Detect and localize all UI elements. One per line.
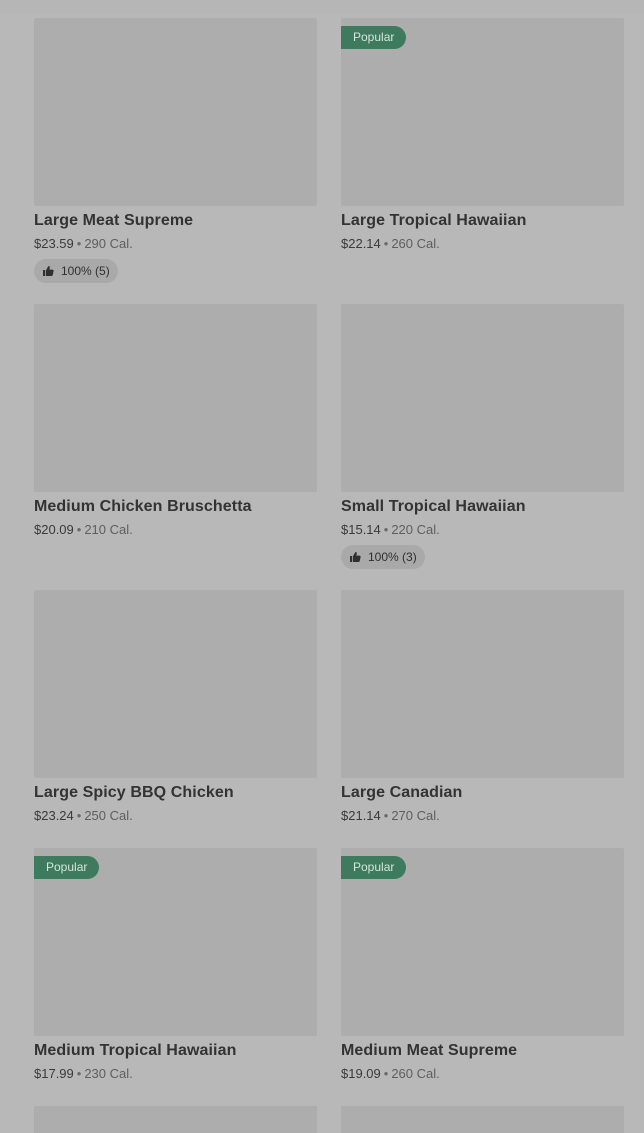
- menu-grid-page: Large Meat Supreme $23.59 • 290 Cal. 100% …: [0, 0, 644, 1133]
- menu-item-name: Large Canadian: [341, 784, 463, 801]
- menu-item-card[interactable]: Large Spicy BBQ Chicken $23.24 • 250 Cal.: [34, 590, 317, 823]
- thumbs-up-icon: [42, 265, 54, 277]
- menu-item-name: Large Spicy BBQ Chicken: [34, 784, 234, 801]
- menu-item-name: Medium Meat Supreme: [341, 1042, 518, 1059]
- thumbs-up-icon: [349, 551, 361, 563]
- menu-item-card[interactable]: Popular Medium Tropical Hawaiian $17.99 •…: [34, 848, 317, 1081]
- menu-item-name: Medium Tropical Hawaiian: [34, 1042, 237, 1059]
- menu-item-meta: $23.59 • 290 Cal.: [34, 236, 317, 251]
- menu-item-price: $19.09: [341, 1066, 381, 1081]
- menu-item-price: $20.09: [34, 522, 74, 537]
- menu-item-meta: $17.99 • 230 Cal.: [34, 1066, 317, 1081]
- menu-item-meta: $21.14 • 270 Cal.: [341, 808, 624, 823]
- menu-item-card[interactable]: Small Tropical Hawaiian $15.14 • 220 Cal. …: [341, 304, 624, 569]
- menu-item-image[interactable]: [34, 18, 317, 206]
- menu-item-card[interactable]: Medium Chicken Bruschetta $20.09 • 210 Cal…: [34, 304, 317, 537]
- menu-item-name: Small Tropical Hawaiian: [341, 498, 526, 515]
- menu-item-meta: $20.09 • 210 Cal.: [34, 522, 317, 537]
- menu-item-name: Large Tropical Hawaiian: [341, 212, 527, 229]
- separator-dot: •: [383, 1066, 389, 1081]
- menu-item-calories: 260 Cal.: [391, 1066, 440, 1081]
- menu-item-meta: $23.24 • 250 Cal.: [34, 808, 317, 823]
- separator-dot: •: [76, 522, 82, 537]
- menu-item-image[interactable]: [341, 590, 624, 778]
- menu-item-meta: $15.14 • 220 Cal.: [341, 522, 624, 537]
- menu-item-price: $15.14: [341, 522, 381, 537]
- separator-dot: •: [76, 1066, 82, 1081]
- separator-dot: •: [383, 808, 389, 823]
- popular-badge: Popular: [341, 26, 407, 49]
- menu-item-name: Medium Chicken Bruschetta: [34, 498, 252, 515]
- menu-item-calories: 210 Cal.: [84, 522, 133, 537]
- menu-item-image[interactable]: [34, 590, 317, 778]
- menu-item-calories: 250 Cal.: [84, 808, 133, 823]
- menu-item-card[interactable]: Popular Medium Meat Supreme $19.09 • 260 C…: [341, 848, 624, 1081]
- menu-item-image[interactable]: [341, 304, 624, 492]
- separator-dot: •: [383, 522, 389, 537]
- menu-item-card[interactable]: Large Canadian $21.14 • 270 Cal.: [341, 590, 624, 823]
- menu-item-meta: $19.09 • 260 Cal.: [341, 1066, 624, 1081]
- menu-item-calories: 260 Cal.: [391, 236, 440, 251]
- popular-badge: Popular: [341, 856, 407, 879]
- separator-dot: •: [76, 236, 82, 251]
- menu-item-image-partial[interactable]: [34, 1106, 317, 1133]
- menu-item-calories: 230 Cal.: [84, 1066, 133, 1081]
- top-strip: [0, 0, 644, 14]
- menu-item-image[interactable]: Popular: [34, 848, 317, 1036]
- rating-text: 100% (5): [61, 264, 110, 278]
- menu-item-card[interactable]: Large Meat Supreme $23.59 • 290 Cal. 100% …: [34, 18, 317, 283]
- menu-item-calories: 270 Cal.: [391, 808, 440, 823]
- menu-item-name: Large Meat Supreme: [34, 212, 194, 229]
- menu-item-price: $22.14: [341, 236, 381, 251]
- menu-item-image[interactable]: Popular: [341, 18, 624, 206]
- menu-item-price: $23.59: [34, 236, 74, 251]
- menu-item-price: $17.99: [34, 1066, 74, 1081]
- rating-badge: 100% (5): [34, 259, 118, 283]
- menu-item-image-partial[interactable]: [341, 1106, 624, 1133]
- separator-dot: •: [76, 808, 82, 823]
- menu-item-card[interactable]: Popular Large Tropical Hawaiian $22.14 • 2…: [341, 18, 624, 251]
- rating-badge: 100% (3): [341, 545, 425, 569]
- menu-item-calories: 220 Cal.: [391, 522, 440, 537]
- menu-item-price: $21.14: [341, 808, 381, 823]
- menu-item-calories: 290 Cal.: [84, 236, 133, 251]
- menu-item-image[interactable]: [34, 304, 317, 492]
- popular-badge: Popular: [34, 856, 100, 879]
- separator-dot: •: [383, 236, 389, 251]
- menu-item-image[interactable]: Popular: [341, 848, 624, 1036]
- menu-item-price: $23.24: [34, 808, 74, 823]
- menu-item-meta: $22.14 • 260 Cal.: [341, 236, 624, 251]
- rating-text: 100% (3): [368, 550, 417, 564]
